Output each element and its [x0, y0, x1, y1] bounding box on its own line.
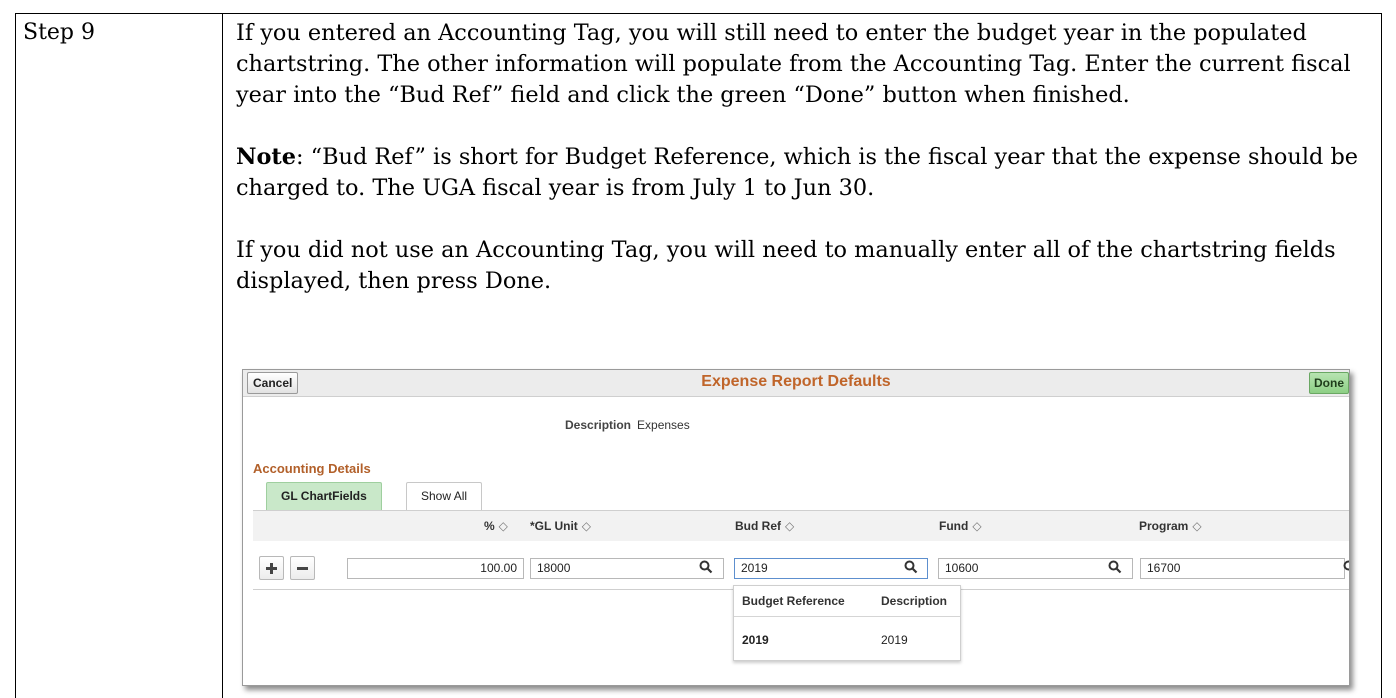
search-icon[interactable] [1108, 559, 1122, 575]
lookup-option-description[interactable]: 2019 [881, 633, 908, 647]
tab-show-all[interactable]: Show All [406, 482, 483, 510]
delete-row-button[interactable] [290, 556, 315, 580]
lookup-header-budget-reference: Budget Reference [742, 594, 845, 608]
lookup-option-budget-reference[interactable]: 2019 [742, 633, 769, 647]
tab-gl-chartfields[interactable]: GL ChartFields [266, 482, 382, 510]
gl-unit-input[interactable]: 18000 [530, 558, 724, 579]
column-divider [222, 14, 223, 698]
sort-icon: ◇ [581, 519, 592, 533]
column-header-percent[interactable]: % ◇ [484, 519, 508, 533]
column-header-bud-ref[interactable]: Bud Ref ◇ [735, 519, 794, 533]
done-button[interactable]: Done [1309, 372, 1349, 394]
sort-icon: ◇ [785, 519, 795, 533]
fund-input[interactable]: 10600 [938, 558, 1133, 579]
column-header-fund[interactable]: Fund ◇ [939, 519, 982, 533]
dialog-title: Expense Report Defaults [701, 373, 891, 390]
note-label: Note [236, 144, 296, 170]
description-value: Expenses [637, 418, 690, 432]
accounting-details-title: Accounting Details [253, 461, 371, 476]
bud-ref-lookup-dropdown: Budget Reference Description 2019 2019 [733, 585, 961, 661]
table-row: 100.00 18000 2019 10600 16700 [253, 541, 1349, 590]
add-row-button[interactable] [259, 556, 284, 580]
step-instructions: If you entered an Accounting Tag, you wi… [236, 18, 1371, 297]
note-text: : “Bud Ref” is short for Budget Referenc… [236, 144, 1359, 201]
search-icon[interactable] [699, 559, 713, 575]
program-input[interactable]: 16700 [1140, 558, 1345, 579]
lookup-header: Budget Reference Description [734, 586, 960, 617]
grid-header: % ◇ *GL Unit ◇ Bud Ref ◇ Fund ◇ Program ◇ [253, 510, 1349, 542]
column-header-gl-unit[interactable]: *GL Unit ◇ [530, 519, 591, 533]
search-icon[interactable] [1343, 559, 1349, 575]
dialog-header: Cancel Expense Report Defaults Done [243, 370, 1349, 397]
description-row: Description Expenses [565, 418, 690, 432]
expense-report-defaults-screenshot: Cancel Expense Report Defaults Done Desc… [242, 369, 1350, 686]
instruction-paragraph: If you entered an Accounting Tag, you wi… [236, 20, 1351, 108]
note-paragraph: Note: “Bud Ref” is short for Budget Refe… [236, 142, 1371, 204]
percent-input[interactable]: 100.00 [347, 558, 524, 579]
lookup-header-description: Description [881, 594, 948, 608]
sort-icon: ◇ [498, 519, 508, 533]
bud-ref-input[interactable]: 2019 [734, 558, 928, 579]
description-label: Description [565, 418, 632, 432]
column-header-program[interactable]: Program ◇ [1139, 519, 1202, 533]
step-label: Step 9 [23, 20, 96, 45]
search-icon[interactable] [904, 559, 918, 575]
sort-icon: ◇ [972, 519, 982, 533]
instruction-paragraph-manual: If you did not use an Accounting Tag, yo… [236, 237, 1336, 294]
sort-icon: ◇ [1192, 519, 1202, 533]
